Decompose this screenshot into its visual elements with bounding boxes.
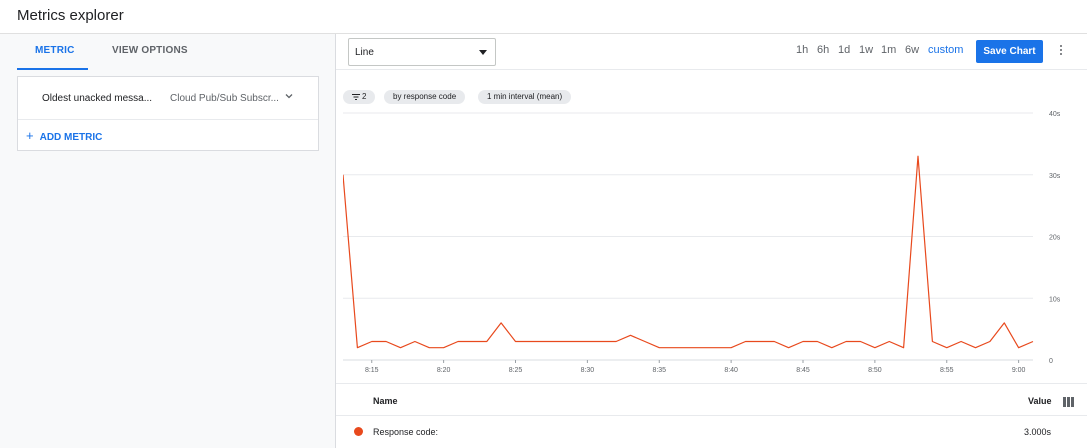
tab-metric[interactable]: METRIC (35, 45, 75, 56)
left-panel: METRIC VIEW OPTIONS Oldest unacked messa… (0, 34, 336, 448)
metric-resource-type: Cloud Pub/Sub Subscr... (170, 93, 279, 104)
y-tick-label: 30s (1049, 173, 1061, 180)
chart-panel: Line 1h 6h 1d 1w 1m 6w custom Save Chart… (336, 34, 1087, 448)
series-color-dot (354, 427, 363, 436)
save-chart-button[interactable]: Save Chart (976, 40, 1043, 63)
tab-bar: METRIC VIEW OPTIONS (17, 34, 317, 70)
x-tick-label: 8:20 (437, 367, 451, 374)
y-tick-label: 10s (1049, 296, 1061, 303)
y-tick-label: 0 (1049, 358, 1053, 365)
x-tick-label: 9:00 (1012, 367, 1026, 374)
group-by-chip[interactable]: by response code (384, 90, 466, 104)
tab-view-options[interactable]: VIEW OPTIONS (112, 45, 188, 56)
legend-header: Name Value (336, 383, 1087, 416)
more-vert-icon[interactable] (1058, 45, 1064, 59)
x-tick-label: 8:45 (796, 367, 810, 374)
filter-icon (352, 93, 360, 100)
active-tab-indicator (17, 68, 88, 70)
x-tick-label: 8:35 (652, 367, 666, 374)
chevron-down-icon[interactable] (283, 90, 295, 102)
chart-type-select[interactable]: Line (348, 38, 496, 66)
aggregation-chip[interactable]: 1 min interval (mean) (478, 90, 572, 104)
range-1m[interactable]: 1m (881, 44, 896, 56)
y-tick-label: 40s (1049, 111, 1061, 118)
x-tick-label: 8:25 (509, 367, 523, 374)
chart-toolbar: Line 1h 6h 1d 1w 1m 6w custom Save Chart (336, 34, 1087, 70)
line-chart: 0 10s 20s 30s 40s 8:15 8:20 8:25 8:30 8:35 8:40 8:4… (343, 111, 1061, 374)
add-metric-label: ADD METRIC (39, 132, 103, 143)
title-bar: Metrics explorer (0, 0, 1087, 34)
metric-name: Oldest unacked messa... (42, 93, 153, 104)
x-tick-label: 8:55 (940, 367, 954, 374)
series-line (343, 155, 1034, 349)
x-tick-label: 8:30 (581, 367, 595, 374)
x-tick-label: 8:40 (724, 367, 738, 374)
range-1d[interactable]: 1d (838, 44, 850, 56)
range-1h[interactable]: 1h (796, 44, 808, 56)
filter-chip[interactable]: 2 (343, 90, 376, 104)
range-custom[interactable]: custom (928, 44, 963, 56)
x-tick-label: 8:50 (868, 367, 882, 374)
caret-down-icon (479, 50, 487, 55)
page-title: Metrics explorer (17, 7, 124, 24)
columns-icon[interactable] (1063, 397, 1075, 407)
filter-count: 2 (362, 92, 367, 101)
add-metric-button[interactable]: + ADD METRIC (26, 128, 102, 143)
y-tick-label: 20s (1049, 235, 1061, 242)
metric-card: Oldest unacked messa... Cloud Pub/Sub Su… (17, 76, 319, 151)
chart-type-value: Line (355, 47, 374, 58)
legend-series-name: Response code: (373, 427, 439, 437)
legend-row[interactable]: Response code: 3.000s (336, 415, 1087, 448)
metric-row[interactable]: Oldest unacked messa... Cloud Pub/Sub Su… (18, 77, 318, 120)
range-6h[interactable]: 6h (817, 44, 829, 56)
legend-series-value: 3.000s (1024, 427, 1052, 437)
legend-value-header: Value (1028, 396, 1052, 406)
plus-icon: + (26, 128, 34, 143)
range-6w[interactable]: 6w (905, 44, 919, 56)
x-tick-label: 8:15 (365, 367, 379, 374)
legend-name-header: Name (373, 396, 398, 406)
range-1w[interactable]: 1w (859, 44, 873, 56)
